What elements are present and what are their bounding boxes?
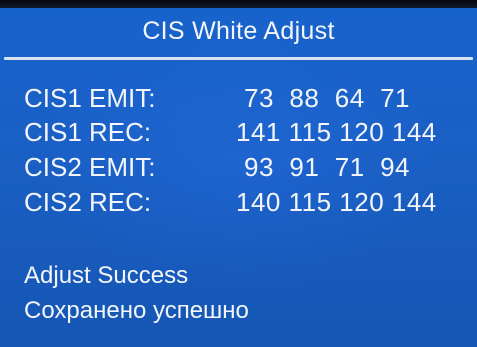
cis1-rec-label: CIS1 REC: [24,117,152,147]
cis1-emit-values: 73 88 64 71 [244,83,411,113]
screen-title: CIS White Adjust [142,17,335,45]
title-divider [4,57,473,60]
cis2-emit-label: CIS2 EMIT: [24,152,156,182]
cis-white-adjust-screen: CIS White Adjust CIS1 EMIT: 73 88 64 71 … [0,0,477,347]
cis1-emit-label: CIS1 EMIT: [24,83,156,113]
status-message-english: Adjust Success [24,262,189,289]
cis1-rec-values: 141 115 120 144 [236,117,437,147]
cis2-rec-label: CIS2 REC: [24,187,152,217]
status-message-russian: Сохранено успешно [24,297,249,324]
cis2-rec-values: 140 115 120 144 [236,187,437,217]
cis2-emit-values: 93 91 71 94 [244,152,411,182]
screen-bezel [0,0,477,8]
